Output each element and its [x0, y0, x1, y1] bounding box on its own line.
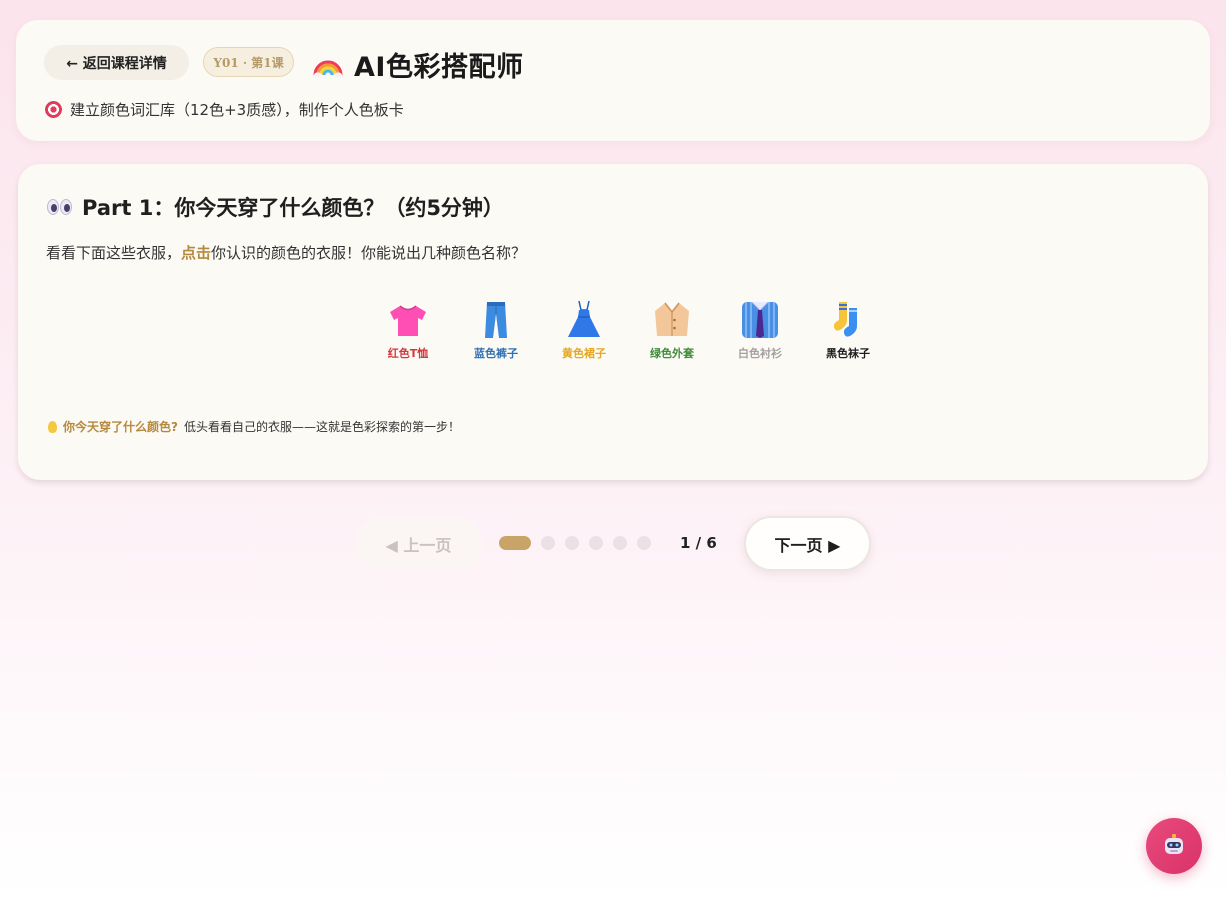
cloth-label: 黄色裙子	[562, 347, 606, 360]
next-page-button[interactable]: 下一页 ▶	[744, 516, 871, 571]
page-dot[interactable]	[589, 536, 603, 550]
cloth-item-blue-pants[interactable]: 蓝色裤子	[452, 298, 540, 361]
cloth-label: 红色T恤	[387, 347, 429, 360]
target-icon	[45, 100, 62, 118]
socks-icon	[833, 302, 857, 337]
tip-text: 低头看看自己的衣服——这就是色彩探索的第一步！	[183, 420, 460, 434]
page-dot[interactable]	[613, 536, 627, 550]
coat-icon	[655, 302, 689, 336]
lightbulb-icon	[48, 420, 57, 433]
cloth-item-white-shirt[interactable]: 白色衬衫	[716, 298, 804, 361]
lesson-goal: 建立颜色词汇库（12色+3质感），制作个人色板卡	[45, 98, 404, 120]
page-title: AI色彩搭配师	[354, 51, 524, 83]
shirt-icon	[742, 301, 778, 338]
cloth-item-yellow-dress[interactable]: 黄色裙子	[540, 298, 628, 361]
page-dot[interactable]	[565, 536, 579, 550]
cloth-label: 绿色外套	[650, 347, 694, 360]
eyes-icon	[47, 199, 72, 215]
tip-row: 你今天穿了什么颜色? 低头看看自己的衣服——这就是色彩探索的第一步！	[48, 418, 460, 435]
part-heading: Part 1：你今天穿了什么颜色？（约5分钟）	[47, 192, 504, 222]
lesson-badge-label: Y01 · 第1课	[213, 55, 284, 70]
cloth-label: 黑色袜子	[826, 347, 870, 360]
next-page-label: 下一页 ▶	[774, 535, 841, 555]
rainbow-icon	[313, 60, 343, 78]
lesson-goal-text: 建立颜色词汇库（12色+3质感），制作个人色板卡	[70, 100, 404, 119]
back-button-label: ← 返回课程详情	[66, 55, 167, 72]
cloth-label: 蓝色裤子	[474, 347, 518, 360]
page-dot[interactable]	[499, 536, 531, 550]
pagination: ◀ 上一页 1 / 6 下一页 ▶	[355, 516, 875, 572]
instruction-part-1: 看看下面这些衣服，	[46, 244, 182, 262]
back-to-course-button[interactable]: ← 返回课程详情	[44, 45, 189, 80]
part-title: Part 1：你今天穿了什么颜色？（约5分钟）	[82, 196, 504, 220]
instruction-text: 看看下面这些衣服，点击你认识的颜色的衣服！你能说出几种颜色名称？	[46, 242, 526, 263]
prev-page-label: ◀ 上一页	[385, 535, 452, 555]
ai-assistant-button[interactable]	[1146, 818, 1202, 874]
robot-icon	[1165, 834, 1183, 854]
tip-question: 你今天穿了什么颜色?	[63, 420, 178, 434]
instruction-highlight: 点击	[181, 244, 212, 262]
header-card: ← 返回课程详情 Y01 · 第1课 AI色彩搭配师 建立颜色词汇库（12色+3…	[16, 20, 1210, 141]
cloth-item-green-coat[interactable]: 绿色外套	[628, 298, 716, 361]
cloth-label: 白色衬衫	[738, 347, 782, 360]
cloth-item-black-socks[interactable]: 黑色袜子	[804, 298, 892, 361]
page-indicator: 1 / 6	[680, 534, 717, 552]
part-card: Part 1：你今天穿了什么颜色？（约5分钟） 看看下面这些衣服，点击你认识的颜…	[18, 164, 1208, 480]
prev-page-button[interactable]: ◀ 上一页	[355, 517, 482, 570]
cloth-item-red-tshirt[interactable]: 红色T恤	[364, 298, 452, 361]
lesson-badge: Y01 · 第1课	[203, 47, 294, 77]
title-row: AI色彩搭配师	[312, 44, 523, 84]
clothes-grid: 红色T恤 蓝色裤子 黄色裙子 绿色外套 白色衬衫 黑色袜子	[364, 298, 892, 361]
t-shirt-icon	[390, 305, 426, 336]
instruction-part-2: 你认识的颜色的衣服！你能说出几种颜色名称？	[211, 244, 527, 262]
page-dot[interactable]	[637, 536, 651, 550]
jeans-icon	[485, 302, 507, 338]
page-dots	[499, 536, 651, 550]
dress-icon	[568, 300, 600, 337]
page-dot[interactable]	[541, 536, 555, 550]
